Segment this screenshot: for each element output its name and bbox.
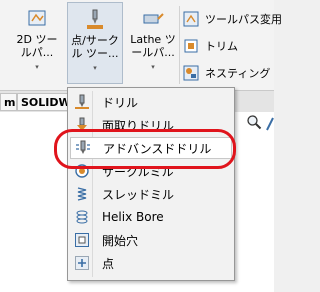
advanced-drill-icon — [75, 140, 91, 156]
tab-label: SOLIDW — [21, 95, 71, 109]
drill-point-label: 点/サーク ル ツー... — [71, 34, 119, 60]
drill-point-dropdown-menu: ドリル 面取りドリル アドバンスドドリル サークルミル スレッドミル Helix… — [67, 87, 235, 281]
menu-item-label: ドリル — [102, 95, 139, 110]
nesting-label: ネスティング — [205, 67, 271, 80]
ribbon-toolbar: 2D ツー ルパ... ▾ 点/サーク ル ツー... ▾ Lathe ツ ール… — [0, 0, 282, 90]
nesting-icon — [183, 65, 199, 81]
menu-item-label: 開始穴 — [102, 233, 139, 248]
menu-item-advanced-drill[interactable]: アドバンスドドリル — [70, 137, 232, 159]
tab-partial[interactable]: m — [0, 93, 17, 111]
menu-item-thread-mill[interactable]: スレッドミル — [70, 183, 232, 205]
menu-item-chamfer-drill[interactable]: 面取りドリル — [70, 114, 232, 136]
ribbon-separator — [179, 6, 180, 84]
circle-mill-icon — [74, 163, 90, 179]
drill-icon — [74, 94, 90, 110]
menu-item-point[interactable]: 点 — [70, 252, 232, 274]
tab-label: m — [4, 95, 16, 109]
chevron-down-icon: ▾ — [93, 64, 97, 72]
menu-item-label: アドバンスドドリル — [103, 141, 212, 156]
trim-label: トリム — [205, 40, 238, 53]
chevron-down-icon: ▾ — [151, 63, 155, 71]
start-hole-icon — [74, 232, 90, 248]
menu-item-helix-bore[interactable]: Helix Bore — [70, 206, 232, 228]
toolpath-transform-label: ツールパス変用 — [205, 13, 282, 26]
helix-bore-icon — [74, 209, 90, 225]
nesting-button[interactable]: ネスティング — [183, 63, 270, 83]
menu-item-label: 点 — [102, 256, 115, 271]
trim-button[interactable]: トリム — [183, 36, 238, 56]
toolpath-transform-icon — [183, 11, 199, 27]
zoom-icon[interactable] — [246, 114, 262, 130]
chevron-down-icon: ▾ — [35, 63, 39, 71]
2d-toolpath-label: 2D ツー ルパ... — [16, 33, 58, 59]
menu-item-label: 面取りドリル — [102, 118, 175, 133]
drill-point-toolpath-button[interactable]: 点/サーク ル ツー... ▾ — [67, 2, 123, 84]
view-tool-icon[interactable] — [266, 116, 274, 131]
menu-item-drill[interactable]: ドリル — [70, 91, 232, 113]
trim-icon — [183, 38, 199, 54]
menu-item-start-hole[interactable]: 開始穴 — [70, 229, 232, 251]
menu-item-label: Helix Bore — [102, 210, 164, 224]
lathe-toolpath-label: Lathe ツ ールパ... — [130, 33, 176, 59]
2d-toolpath-icon — [26, 8, 48, 30]
menu-item-label: スレッドミル — [102, 187, 175, 202]
lathe-toolpath-button[interactable]: Lathe ツ ールパ... ▾ — [126, 2, 180, 84]
2d-toolpath-button[interactable]: 2D ツー ルパ... ▾ — [8, 2, 66, 84]
chamfer-drill-icon — [74, 117, 90, 133]
lathe-toolpath-icon — [142, 8, 164, 30]
drill-point-icon — [84, 9, 106, 31]
toolpath-transform-button[interactable]: ツールパス変用 — [183, 9, 282, 29]
menu-item-label: サークルミル — [102, 164, 174, 179]
menu-item-circle-mill[interactable]: サークルミル — [70, 160, 232, 182]
thread-mill-icon — [74, 186, 90, 202]
point-icon — [74, 255, 90, 271]
tab-solidworks[interactable]: SOLIDW — [17, 93, 71, 111]
